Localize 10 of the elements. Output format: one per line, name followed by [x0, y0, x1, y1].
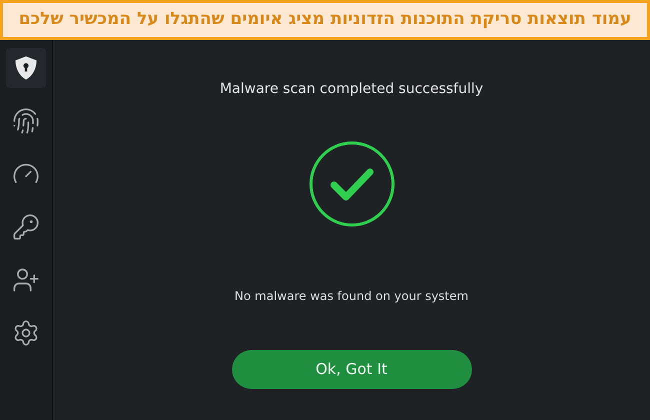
success-check-icon	[308, 140, 396, 228]
caption-text: עמוד תוצאות סריקת התוכנות הזדוניות מציג איומים שהתגלו על המכשיר שלכם	[18, 8, 632, 32]
scan-title: Malware scan completed successfully	[220, 80, 484, 99]
ok-button[interactable]: Ok, Got It	[232, 350, 472, 389]
sidebar-item[interactable]	[6, 48, 46, 88]
key-icon	[12, 213, 40, 241]
settings-icon	[12, 319, 40, 347]
scan-message: No malware was found on your system	[234, 288, 468, 305]
add-user-icon	[12, 266, 40, 294]
fingerprint-icon	[12, 107, 40, 135]
